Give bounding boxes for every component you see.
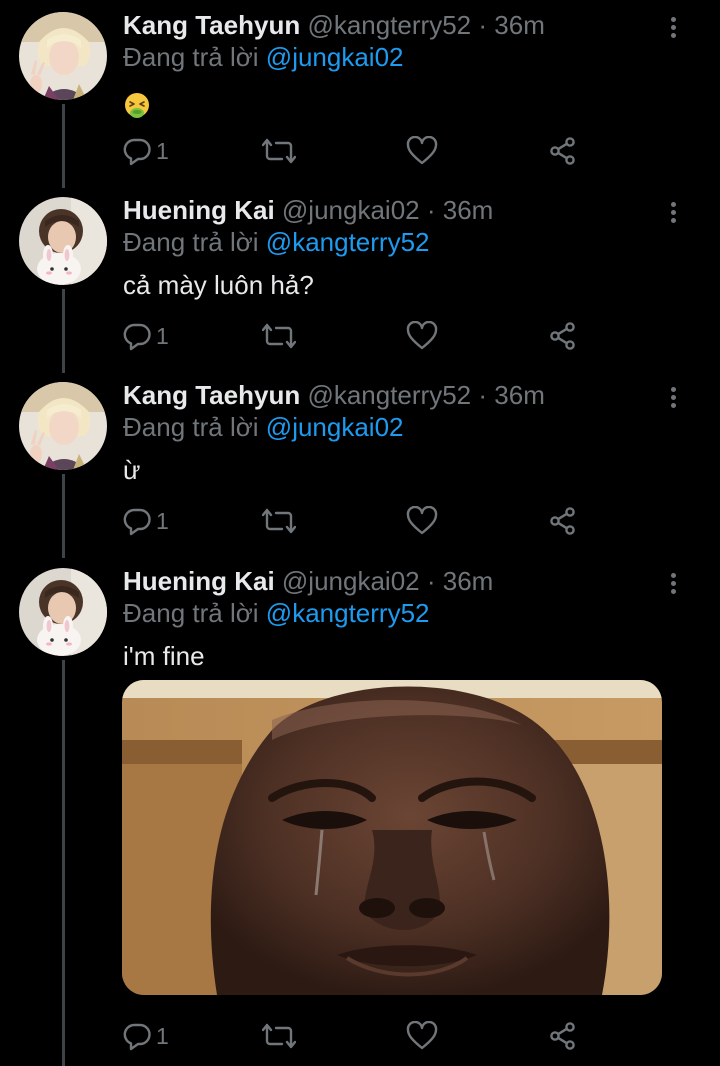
- separator: ·: [426, 195, 436, 225]
- more-icon[interactable]: [664, 570, 682, 598]
- mention-link[interactable]: @kangterry52: [266, 598, 430, 628]
- tweet-photo[interactable]: [122, 680, 662, 995]
- separator: ·: [478, 380, 488, 410]
- display-name[interactable]: Huening Kai: [123, 195, 275, 225]
- separator: ·: [426, 566, 436, 596]
- like-button[interactable]: [406, 134, 438, 168]
- tweet-text: cả mày luôn hả?: [123, 270, 314, 300]
- reply-count: 1: [156, 507, 169, 534]
- tweet-text: i'm fine: [123, 641, 205, 671]
- tweet-actions: 1: [122, 319, 592, 353]
- timestamp[interactable]: 36m: [443, 566, 494, 596]
- more-icon[interactable]: [664, 384, 682, 412]
- retweet-button[interactable]: [262, 504, 296, 538]
- display-name[interactable]: Kang Taehyun: [123, 10, 300, 40]
- retweet-icon: [262, 506, 296, 536]
- tweet-header: Kang Taehyun @kangterry52 · 36m: [123, 9, 545, 41]
- reply-count: 1: [156, 1022, 169, 1049]
- like-button[interactable]: [406, 319, 438, 353]
- username[interactable]: @kangterry52: [307, 380, 471, 410]
- more-icon[interactable]: [664, 199, 682, 227]
- reply-icon: [122, 506, 152, 536]
- replying-to: Đang trả lời @kangterry52: [123, 597, 430, 629]
- reply-icon: [122, 1021, 152, 1051]
- tweet-thread: Kang Taehyun @kangterry52 · 36m Đang trả…: [0, 0, 720, 1066]
- share-icon: [548, 321, 578, 351]
- tweet[interactable]: Kang Taehyun @kangterry52 · 36m Đang trả…: [0, 379, 720, 557]
- retweet-button[interactable]: [262, 319, 296, 353]
- mention-link[interactable]: @jungkai02: [266, 412, 404, 442]
- heart-icon: [406, 506, 438, 536]
- like-button[interactable]: [406, 504, 438, 538]
- mention-link[interactable]: @jungkai02: [266, 42, 404, 72]
- avatar[interactable]: [19, 382, 107, 470]
- timestamp[interactable]: 36m: [494, 10, 545, 40]
- retweet-icon: [262, 1021, 296, 1051]
- reply-icon: [122, 321, 152, 351]
- display-name[interactable]: Huening Kai: [123, 566, 275, 596]
- tweet-header: Kang Taehyun @kangterry52 · 36m: [123, 379, 545, 411]
- timestamp[interactable]: 36m: [494, 380, 545, 410]
- tweet[interactable]: Huening Kai @jungkai02 · 36m Đang trả lờ…: [0, 194, 720, 372]
- tweet-actions: 1: [122, 134, 592, 168]
- replying-to: Đang trả lời @kangterry52: [123, 226, 430, 258]
- username[interactable]: @jungkai02: [282, 195, 420, 225]
- tweet[interactable]: Kang Taehyun @kangterry52 · 36m Đang trả…: [0, 9, 720, 187]
- tweet-header: Huening Kai @jungkai02 · 36m: [123, 565, 493, 597]
- like-button[interactable]: [406, 1019, 438, 1053]
- more-icon[interactable]: [664, 14, 682, 42]
- reply-count: 1: [156, 322, 169, 349]
- tweet[interactable]: Huening Kai @jungkai02 · 36m Đang trả lờ…: [0, 565, 720, 1066]
- avatar[interactable]: [19, 12, 107, 100]
- heart-icon: [406, 1021, 438, 1051]
- retweet-button[interactable]: [262, 1019, 296, 1053]
- retweet-icon: [262, 321, 296, 351]
- replying-to: Đang trả lời @jungkai02: [123, 411, 404, 443]
- separator: ·: [478, 10, 488, 40]
- reply-icon: [122, 136, 152, 166]
- share-button[interactable]: [548, 319, 578, 353]
- reply-button[interactable]: 1: [122, 319, 169, 353]
- avatar[interactable]: [19, 568, 107, 656]
- reply-button[interactable]: 1: [122, 134, 169, 168]
- retweet-button[interactable]: [262, 134, 296, 168]
- replying-to-label: Đang trả lời: [123, 227, 259, 257]
- retweet-icon: [262, 136, 296, 166]
- share-icon: [548, 1021, 578, 1051]
- mention-link[interactable]: @kangterry52: [266, 227, 430, 257]
- nauseated-face-emoji-icon: [123, 92, 151, 125]
- replying-to-label: Đang trả lời: [123, 412, 259, 442]
- tweet-actions: 1: [122, 1019, 592, 1053]
- tweet-header: Huening Kai @jungkai02 · 36m: [123, 194, 493, 226]
- replying-to: Đang trả lời @jungkai02: [123, 41, 404, 73]
- username[interactable]: @kangterry52: [307, 10, 471, 40]
- share-button[interactable]: [548, 134, 578, 168]
- timestamp[interactable]: 36m: [443, 195, 494, 225]
- display-name[interactable]: Kang Taehyun: [123, 380, 300, 410]
- tweet-actions: 1: [122, 504, 592, 538]
- heart-icon: [406, 321, 438, 351]
- username[interactable]: @jungkai02: [282, 566, 420, 596]
- avatar[interactable]: [19, 197, 107, 285]
- reply-button[interactable]: 1: [122, 504, 169, 538]
- replying-to-label: Đang trả lời: [123, 42, 259, 72]
- share-icon: [548, 136, 578, 166]
- reply-button[interactable]: 1: [122, 1019, 169, 1053]
- share-button[interactable]: [548, 1019, 578, 1053]
- heart-icon: [406, 136, 438, 166]
- share-icon: [548, 506, 578, 536]
- tweet-text: ừ: [123, 455, 141, 485]
- replying-to-label: Đang trả lời: [123, 598, 259, 628]
- reply-count: 1: [156, 137, 169, 164]
- share-button[interactable]: [548, 504, 578, 538]
